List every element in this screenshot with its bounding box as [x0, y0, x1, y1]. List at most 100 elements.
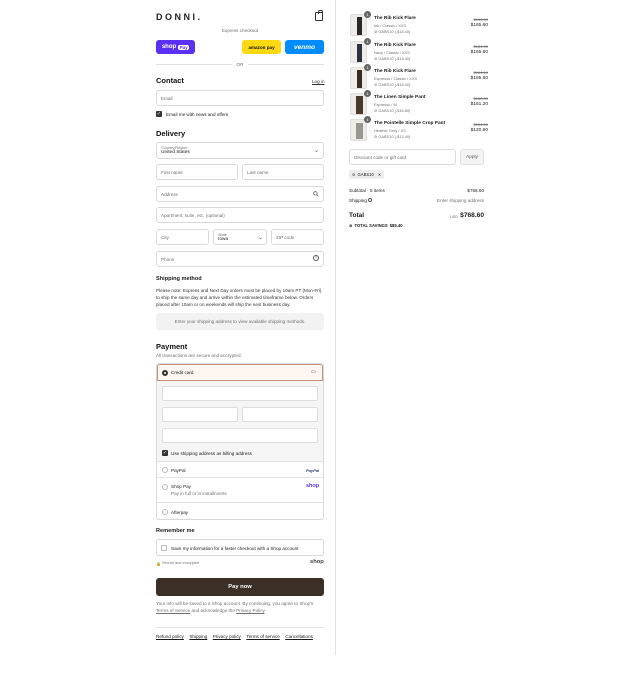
- savings-label: TOTAL SAVINGS: [354, 223, 388, 228]
- brand-logo[interactable]: DONNI.: [156, 12, 203, 22]
- divider: [157, 477, 323, 478]
- apartment-field[interactable]: Apartment, suite, etc. (optional): [156, 207, 324, 223]
- legal-prefix: Your info will be saved to a Shop accoun…: [156, 601, 314, 606]
- paypal-logo: PayPal: [306, 468, 320, 473]
- shopping-bag-icon[interactable]: [315, 10, 323, 21]
- afterpay-radio[interactable]: [162, 509, 168, 515]
- billing-same-label: Use shipping address as billing address: [171, 450, 252, 456]
- or-divider-label: OR: [236, 61, 244, 67]
- divider-left: [156, 64, 232, 65]
- savings-tag-icon: ⊘: [349, 223, 353, 228]
- quantity-badge: 1: [364, 11, 371, 18]
- cart-item: 1 The Rib Kick Flare Ink / Classic / XXS…: [350, 11, 488, 38]
- item-original-price: $134.00: [473, 122, 488, 127]
- name-on-card-field[interactable]: [162, 428, 318, 443]
- country-select[interactable]: Country/Region United States: [156, 142, 324, 159]
- shipping-label: Shipping: [349, 198, 373, 203]
- remember-me-title: Remember me: [156, 528, 195, 534]
- first-name-field[interactable]: First name: [156, 164, 238, 180]
- discount-placeholder: Discount code or gift card: [354, 154, 407, 160]
- paypal-radio[interactable]: [162, 467, 168, 473]
- item-price: $151.20: [470, 102, 488, 107]
- subtotal-label: Subtotal · 5 items: [349, 188, 385, 193]
- divider-right: [248, 64, 324, 65]
- last-name-field[interactable]: Last name: [242, 164, 324, 180]
- item-price: $165.60: [470, 50, 488, 55]
- shipping-method-title: Shipping method: [156, 276, 202, 282]
- total-savings: ⊘ TOTAL SAVINGS $85.40: [349, 223, 403, 228]
- item-discount: ⊘ GABS10 (-$13.40): [374, 134, 411, 139]
- credit-card-radio[interactable]: [162, 370, 168, 376]
- shipping-policy-link[interactable]: Shipping: [189, 634, 207, 639]
- item-discount: ⊘ GABS10 (-$16.80): [374, 108, 411, 113]
- secure-label: Secure and encrypted: [162, 561, 200, 565]
- shipping-methods-placeholder: Enter your shipping address to view avai…: [156, 313, 324, 330]
- item-price: $165.60: [470, 23, 488, 28]
- quantity-badge: 1: [364, 90, 371, 97]
- paypal-label: PayPal: [171, 467, 186, 473]
- address-field[interactable]: Address: [156, 186, 324, 202]
- item-discount-code: GABS10 (-$18.40): [378, 56, 411, 61]
- item-name: The Rib Kick Flare: [374, 69, 416, 74]
- terms-of-service-link[interactable]: Terms of Service: [156, 608, 190, 613]
- quantity-badge: 1: [364, 116, 371, 123]
- item-price: $120.60: [470, 128, 488, 133]
- item-discount-code: GABS10 (-$16.80): [378, 108, 411, 113]
- city-field[interactable]: City: [156, 229, 209, 245]
- venmo-button[interactable]: venmo: [285, 40, 324, 54]
- state-chevron-icon: ⌄: [258, 235, 264, 241]
- cart-item: 1 The Pointelle Simple Crop Pant Heather…: [350, 116, 488, 143]
- expiration-date-field[interactable]: [162, 407, 238, 422]
- subtotal-value: $768.60: [467, 188, 484, 193]
- legal-suffix: .: [264, 608, 266, 613]
- shop-pay-subtitle: Pay in full or in installments: [171, 491, 227, 496]
- email-field[interactable]: Email: [156, 90, 324, 106]
- phone-field[interactable]: Phone: [156, 251, 324, 267]
- total-value: $768.60: [460, 211, 484, 219]
- refund-policy-link[interactable]: Refund policy: [156, 634, 184, 639]
- info-icon[interactable]: [368, 198, 373, 202]
- newsletter-checkbox[interactable]: ✓: [156, 111, 162, 117]
- card-brands-icon: ▭: [311, 369, 316, 375]
- remember-me-checkbox[interactable]: [161, 545, 167, 551]
- zip-field[interactable]: ZIP code: [271, 229, 324, 245]
- security-code-field[interactable]: [242, 407, 318, 422]
- footer-links: Refund policy Shipping Privacy policy Te…: [156, 634, 326, 639]
- apartment-placeholder: Apartment, suite, etc. (optional): [161, 212, 225, 218]
- card-number-field[interactable]: [162, 386, 318, 401]
- footer-divider: [156, 627, 324, 628]
- legal-middle: and acknowledge the: [191, 608, 235, 613]
- terms-of-service-footer-link[interactable]: Terms of service: [246, 634, 279, 639]
- item-discount: ⊘ GABS10 (-$18.40): [374, 82, 411, 87]
- privacy-policy-footer-link[interactable]: Privacy policy: [213, 634, 241, 639]
- pay-now-button[interactable]: Pay now: [156, 578, 324, 596]
- apply-button[interactable]: Apply: [460, 149, 484, 165]
- quantity-badge: 1: [364, 38, 371, 45]
- item-variant: Ink / Classic / XXS: [374, 23, 406, 28]
- billing-same-checkbox[interactable]: ✓: [162, 450, 168, 456]
- help-icon[interactable]: ?: [313, 255, 319, 261]
- item-variant: Espresso / Classic / XXS: [374, 76, 418, 81]
- close-icon[interactable]: ✕: [378, 172, 382, 177]
- shop-pay-express-button[interactable]: shop Pay: [156, 40, 195, 54]
- shop-pay-radio[interactable]: [162, 484, 168, 490]
- discount-code-input[interactable]: Discount code or gift card: [349, 149, 456, 165]
- first-name-placeholder: First name: [161, 169, 183, 175]
- amazon-pay-button[interactable]: amazon pay: [242, 40, 281, 54]
- shipping-note: Please note: Express and Next Day orders…: [156, 288, 322, 307]
- cart-item: 1 The Rib Kick Flare Navy / Classic / XX…: [350, 38, 488, 65]
- shop-pay-label: Shop Pay: [171, 484, 191, 489]
- shop-footer-logo: shop: [310, 559, 324, 565]
- cart-item: 1 The Rib Kick Flare Espresso / Classic …: [350, 64, 488, 91]
- country-value: United States: [161, 150, 190, 155]
- cancellations-link[interactable]: Cancellations: [285, 634, 313, 639]
- payment-title: Payment: [156, 342, 188, 351]
- afterpay-label: Afterpay: [171, 509, 189, 515]
- item-original-price: $184.00: [473, 44, 488, 49]
- item-variant: Espresso / M: [374, 102, 397, 107]
- currency-code: USD: [450, 214, 459, 219]
- privacy-policy-link[interactable]: Privacy Policy: [236, 608, 264, 613]
- search-icon: [313, 191, 319, 197]
- login-link[interactable]: Log in: [312, 79, 325, 84]
- item-name: The Pointelle Simple Crop Pant: [374, 121, 446, 126]
